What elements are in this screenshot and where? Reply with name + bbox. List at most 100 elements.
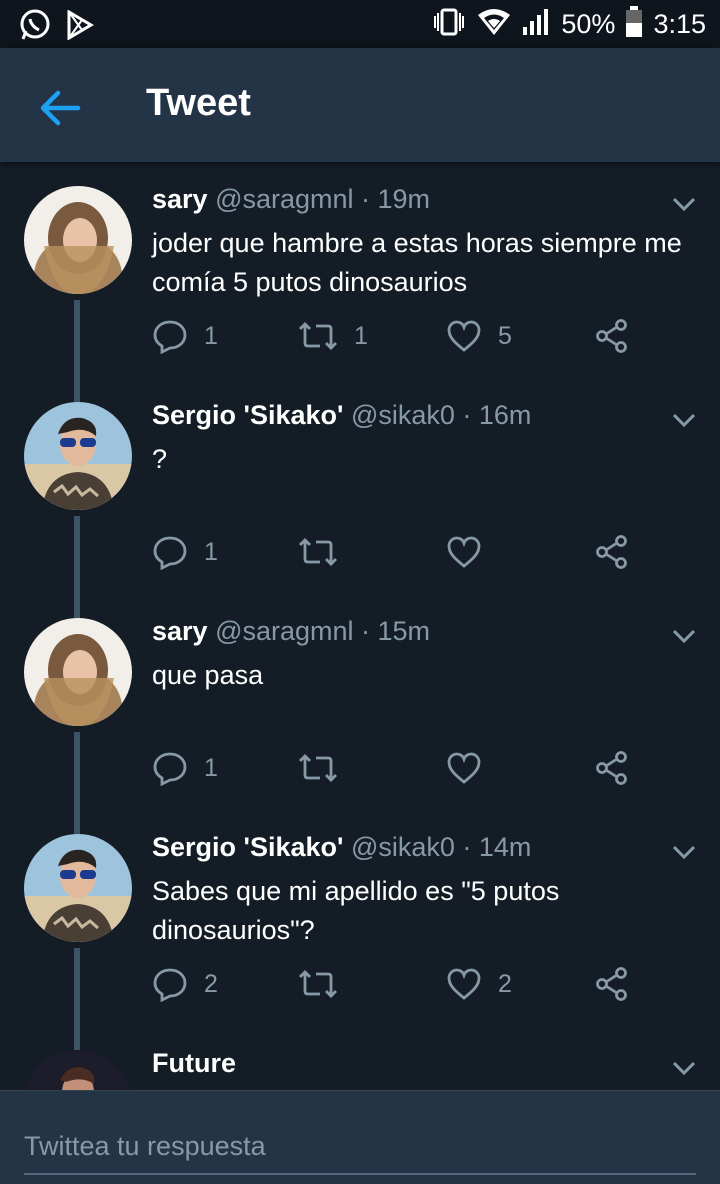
like-button[interactable]: 2 <box>446 964 512 1004</box>
arrow-left-icon <box>40 90 81 126</box>
retweet-icon <box>299 322 337 350</box>
thread-connector <box>74 732 80 810</box>
user-handle-time: @sikak0 · 14m <box>350 832 532 862</box>
tweet-menu-button[interactable] <box>670 194 698 214</box>
chevron-down-icon <box>672 629 696 644</box>
tweet[interactable]: Future <box>0 1026 720 1090</box>
like-button[interactable] <box>446 748 498 788</box>
reply-count: 1 <box>204 537 218 566</box>
reply-button[interactable]: 1 <box>152 532 218 572</box>
tweet-menu-button[interactable] <box>670 842 698 862</box>
user-name[interactable]: Sergio 'Sikako' <box>152 400 343 430</box>
retweet-icon <box>299 754 337 782</box>
tweet-menu-button[interactable] <box>670 1058 698 1078</box>
reply-icon <box>153 320 187 354</box>
reply-count: 1 <box>204 753 218 782</box>
thread-connector <box>74 810 80 834</box>
reply-button[interactable]: 2 <box>152 964 218 1004</box>
thread-connector <box>74 516 80 594</box>
thread-connector <box>74 300 80 378</box>
share-icon <box>596 751 627 785</box>
avatar[interactable] <box>24 618 132 726</box>
play-store-icon <box>66 9 94 45</box>
user-name[interactable]: sary <box>152 184 208 214</box>
tweet-menu-button[interactable] <box>670 626 698 646</box>
share-icon <box>596 319 627 353</box>
reply-input[interactable] <box>24 1119 696 1175</box>
share-button[interactable] <box>594 748 630 788</box>
reply-count: 2 <box>204 969 218 998</box>
reply-icon <box>153 752 187 786</box>
heart-icon <box>447 536 481 568</box>
back-button[interactable] <box>34 82 86 134</box>
tweet-menu-button[interactable] <box>670 410 698 430</box>
avatar[interactable] <box>24 186 132 294</box>
app-bar: Tweet <box>0 48 720 162</box>
share-icon <box>596 967 627 1001</box>
retweet-icon <box>299 970 337 998</box>
user-handle-time: @sikak0 · 16m <box>350 400 532 430</box>
tweet[interactable]: Sergio 'Sikako' @sikak0 · 16m ? 1 <box>0 378 720 594</box>
vibrate-icon <box>431 7 467 42</box>
page-title: Tweet <box>146 82 251 124</box>
share-button[interactable] <box>594 532 630 572</box>
tweet-header: Sergio 'Sikako' @sikak0 · 16m <box>152 400 531 431</box>
like-button[interactable] <box>446 532 498 572</box>
tweet[interactable]: sary @saragmnl · 19m joder que hambre a … <box>0 162 720 378</box>
user-name[interactable]: Future <box>152 1048 236 1078</box>
like-count: 5 <box>498 321 512 350</box>
clock: 3:15 <box>653 8 706 39</box>
share-icon <box>596 535 627 569</box>
signal-icon <box>521 7 551 42</box>
status-bar: 50% 3:15 <box>0 0 720 48</box>
thread-connector <box>74 948 80 1026</box>
reply-icon <box>153 968 187 1002</box>
reply-button[interactable]: 1 <box>152 748 218 788</box>
share-button[interactable] <box>594 964 630 1004</box>
avatar[interactable] <box>24 402 132 510</box>
retweet-button[interactable] <box>298 748 354 788</box>
reply-count: 1 <box>204 321 218 350</box>
retweet-button[interactable]: 1 <box>298 316 368 356</box>
tweet-text: que pasa <box>152 660 264 690</box>
tweet-actions: 1 <box>152 748 642 788</box>
retweet-icon <box>299 538 337 566</box>
tweet-text: Sabes que mi apellido es "5 putos dinosa… <box>152 876 560 945</box>
user-name[interactable]: sary <box>152 616 208 646</box>
reply-button[interactable]: 1 <box>152 316 218 356</box>
chevron-down-icon <box>672 845 696 860</box>
thread-connector <box>74 594 80 618</box>
tweet-header: Sergio 'Sikako' @sikak0 · 14m <box>152 832 531 863</box>
thread-connector <box>74 1026 80 1050</box>
user-handle-time: @saragmnl · 15m <box>215 616 431 646</box>
thread-connector <box>74 378 80 402</box>
tweet-text: ? <box>152 444 168 474</box>
chevron-down-icon <box>672 1061 696 1076</box>
tweet-actions: 2 2 <box>152 964 642 1004</box>
tweet-header: sary @saragmnl · 15m <box>152 616 430 647</box>
chevron-down-icon <box>672 197 696 212</box>
user-name[interactable]: Sergio 'Sikako' <box>152 832 343 862</box>
battery-icon <box>625 5 643 43</box>
tweet[interactable]: Sergio 'Sikako' @sikak0 · 14m Sabes que … <box>0 810 720 1026</box>
avatar[interactable] <box>24 834 132 942</box>
heart-icon <box>447 320 481 352</box>
heart-icon <box>447 968 481 1000</box>
share-button[interactable] <box>594 316 630 356</box>
like-count: 2 <box>498 969 512 998</box>
avatar[interactable] <box>24 1050 132 1090</box>
reply-icon <box>153 536 187 570</box>
battery-percent: 50% <box>561 8 616 39</box>
retweet-button[interactable] <box>298 532 354 572</box>
retweet-button[interactable] <box>298 964 354 1004</box>
tweet-actions: 1 1 5 <box>152 316 642 356</box>
whatsapp-icon <box>18 8 52 47</box>
tweet[interactable]: sary @saragmnl · 15m que pasa 1 <box>0 594 720 810</box>
tweet-actions: 1 <box>152 532 642 572</box>
heart-icon <box>447 752 481 784</box>
like-button[interactable]: 5 <box>446 316 512 356</box>
tweet-header: Future <box>152 1048 236 1079</box>
tweet-text: joder que hambre a estas horas siempre m… <box>152 228 682 297</box>
chevron-down-icon <box>672 413 696 428</box>
retweet-count: 1 <box>354 321 368 350</box>
